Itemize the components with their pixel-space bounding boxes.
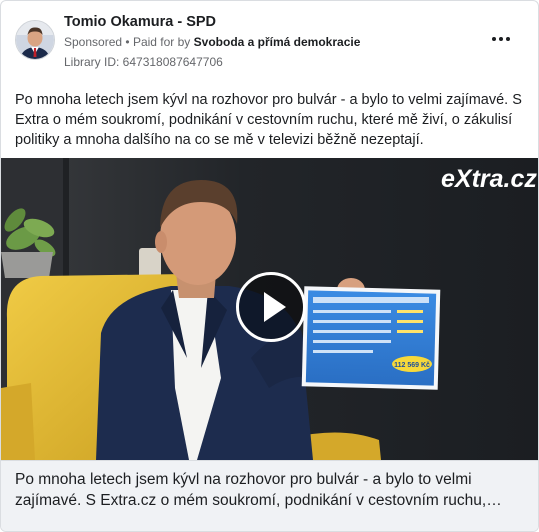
paid-for-prefix: Paid for by [132, 35, 191, 49]
video-player[interactable]: 112 569 Kč eXtra.cz [1, 158, 538, 460]
more-horizontal-icon-dot [499, 37, 503, 41]
sponsored-label: Sponsored [64, 35, 123, 49]
post-text: Po mnoha letech jsem kývl na rozhovor pr… [15, 92, 522, 148]
more-horizontal-icon [492, 37, 496, 41]
avatar-image [16, 21, 54, 59]
candle-decoration [139, 248, 161, 278]
separator-dot: • [125, 35, 130, 49]
held-document: 112 569 Kč [301, 286, 441, 390]
post-header: Tomio Okamura - SPD Sponsored • Paid for… [1, 1, 538, 77]
library-id: Library ID: 647318087647706 [64, 55, 223, 69]
ad-card: Tomio Okamura - SPD Sponsored • Paid for… [0, 0, 539, 532]
more-horizontal-icon-dot [506, 37, 510, 41]
sponsorship-info: Sponsored • Paid for by Svoboda a přímá … [64, 35, 360, 49]
extra-watermark: eXtra.cz [441, 165, 537, 193]
avatar[interactable] [15, 20, 55, 60]
more-options-button[interactable] [492, 29, 516, 49]
caption-line-2: zajímavé. S Extra.cz o mém soukromí, pod… [15, 492, 502, 509]
play-button[interactable] [236, 272, 306, 342]
link-caption-bar[interactable]: Po mnoha letech jsem kývl na rozhovor pr… [1, 460, 538, 531]
caption-line-1: Po mnoha letech jsem kývl na rozhovor pr… [15, 471, 472, 488]
payer-name[interactable]: Svoboda a přímá demokracie [194, 35, 361, 49]
sign-amount: 112 569 Kč [394, 362, 430, 369]
page-name[interactable]: Tomio Okamura - SPD [64, 14, 216, 30]
link-caption: Po mnoha letech jsem kývl na rozhovor pr… [15, 469, 527, 511]
play-icon [264, 292, 286, 322]
